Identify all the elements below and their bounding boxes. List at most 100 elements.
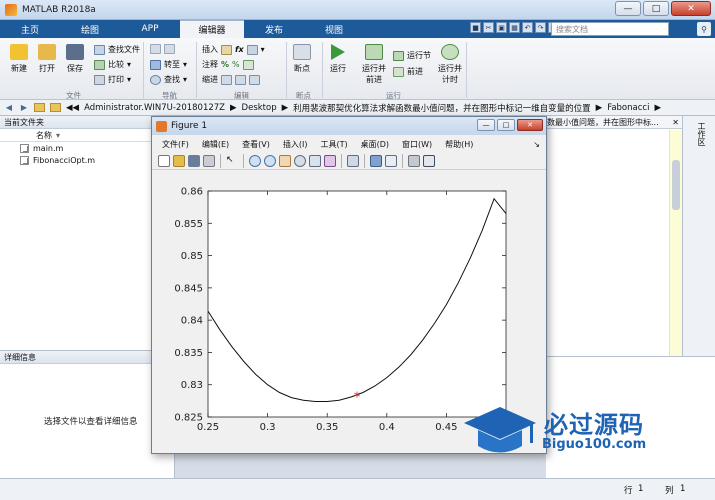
print-dropdown-icon[interactable]: ▾: [127, 75, 131, 84]
search-icon[interactable]: ⚲: [697, 22, 711, 36]
quick-save-icon[interactable]: ■: [470, 22, 481, 33]
comment-button[interactable]: 注释 % %: [202, 59, 254, 70]
advance-button[interactable]: 前进: [393, 66, 423, 77]
insert-legend-icon[interactable]: [385, 154, 397, 167]
zoom-out-icon[interactable]: [264, 154, 276, 167]
show-plot-tools-icon[interactable]: [423, 154, 435, 167]
menu-view[interactable]: 查看(V): [242, 139, 270, 150]
tab-apps[interactable]: APP: [120, 20, 180, 38]
quick-paste-icon[interactable]: ▦: [509, 22, 520, 33]
rotate-3d-icon[interactable]: [294, 154, 306, 167]
figure-minimize-button[interactable]: —: [477, 119, 495, 131]
redo-icon[interactable]: ↷: [535, 22, 546, 33]
search-documentation-input[interactable]: 搜索文档: [551, 22, 669, 36]
save-figure-icon[interactable]: [188, 154, 200, 167]
decrease-indent-icon[interactable]: [249, 74, 260, 85]
editor-tab[interactable]: 数最小值问题，并在图形中标... ✕: [545, 116, 682, 129]
figure-title: Figure 1: [171, 121, 208, 131]
open-button[interactable]: 打开: [38, 44, 56, 74]
editor-text-area[interactable]: [545, 130, 669, 356]
maximize-button[interactable]: □: [643, 1, 669, 16]
brush-icon[interactable]: [324, 154, 336, 167]
name-column-header[interactable]: 名称 ▾: [0, 129, 174, 142]
quick-cut-icon[interactable]: ✂: [483, 22, 494, 33]
hide-plot-tools-icon[interactable]: [408, 154, 420, 167]
menu-file[interactable]: 文件(F): [162, 139, 189, 150]
new-figure-icon[interactable]: [158, 154, 170, 167]
zoom-in-icon[interactable]: [249, 154, 261, 167]
path-segment[interactable]: 利用裴波那契优化算法求解函数最小值问题，并在图形中标记一维自变量的位置: [293, 102, 591, 114]
find-dropdown-icon[interactable]: ▾: [183, 75, 187, 84]
figure-close-button[interactable]: ✕: [517, 119, 543, 131]
tab-plots[interactable]: 绘图: [60, 20, 120, 38]
indent-button[interactable]: 缩进: [202, 74, 260, 85]
run-and-advance-button[interactable]: 运行并 前进: [362, 44, 386, 85]
y-tick-label: 0.825: [174, 413, 203, 424]
browse-folder-icon[interactable]: [50, 103, 61, 112]
back-arrow-icon[interactable]: ◀: [4, 103, 14, 113]
path-segment[interactable]: Desktop: [242, 103, 277, 113]
tab-view[interactable]: 视图: [304, 20, 364, 38]
insert-colorbar-icon[interactable]: [370, 154, 382, 167]
compare-button[interactable]: 比较 ▾: [94, 59, 131, 70]
dock-arrow-icon[interactable]: ↘: [533, 140, 546, 149]
uncomment-icon[interactable]: %: [232, 60, 240, 69]
path-segment[interactable]: Fabonacci: [607, 103, 649, 113]
fx-button[interactable]: fx: [235, 45, 244, 54]
insert-function-icon[interactable]: [246, 44, 258, 55]
tab-publish[interactable]: 发布: [244, 20, 304, 38]
pointer-icon[interactable]: ↖: [226, 155, 238, 167]
print-figure-icon[interactable]: [203, 154, 215, 167]
tab-editor[interactable]: 编辑器: [180, 20, 244, 38]
new-button[interactable]: 新建: [10, 44, 28, 74]
menu-edit[interactable]: 编辑(E): [202, 139, 229, 150]
status-bar: 行 1 列 1: [0, 478, 715, 500]
tab-home[interactable]: 主页: [0, 20, 60, 38]
menu-desktop[interactable]: 桌面(D): [361, 139, 389, 150]
find-button[interactable]: 查找 ▾: [150, 74, 187, 85]
file-item[interactable]: main.m: [0, 142, 174, 154]
data-cursor-icon[interactable]: [309, 154, 321, 167]
editor-close-icon[interactable]: ✕: [672, 118, 682, 127]
path-separator: ▶: [595, 102, 603, 113]
breakpoints-button[interactable]: 断点: [293, 44, 311, 74]
insert-dropdown-icon[interactable]: ▾: [261, 45, 265, 54]
goto-button[interactable]: 转至 ▾: [150, 59, 187, 70]
minimize-button[interactable]: —: [615, 1, 641, 16]
increase-indent-icon[interactable]: [235, 74, 246, 85]
percent-comment-icon[interactable]: %: [221, 60, 229, 69]
menu-window[interactable]: 窗口(W): [402, 139, 432, 150]
pan-hand-icon[interactable]: [279, 154, 291, 167]
path-segment[interactable]: Administrator.WIN7U-20180127Z: [84, 103, 225, 113]
insert-button[interactable]: 插入 fx ▾: [202, 44, 265, 55]
smart-indent-icon[interactable]: [221, 74, 232, 85]
save-button[interactable]: 保存: [66, 44, 84, 74]
quick-copy-icon[interactable]: ▣: [496, 22, 507, 33]
link-plot-icon[interactable]: [347, 154, 359, 167]
scrollbar-thumb[interactable]: [672, 160, 680, 210]
close-button[interactable]: ✕: [671, 1, 711, 16]
run-and-time-label: 运行并 计时: [438, 64, 462, 84]
undo-icon[interactable]: ↶: [522, 22, 533, 33]
goto-dropdown-icon[interactable]: ▾: [183, 60, 187, 69]
file-item[interactable]: FibonacciOpt.m: [0, 154, 174, 166]
up-folder-icon[interactable]: [34, 103, 45, 112]
save-label: 保存: [67, 64, 83, 73]
wrap-comment-icon[interactable]: [242, 59, 254, 70]
find-files-button[interactable]: 查找文件: [94, 44, 140, 55]
figure-maximize-button[interactable]: □: [497, 119, 515, 131]
workspace-panel-collapsed[interactable]: 工作区: [682, 116, 715, 356]
print-button[interactable]: 打印 ▾: [94, 74, 131, 85]
nav-back-forward[interactable]: [150, 44, 175, 54]
menu-help[interactable]: 帮助(H): [445, 139, 473, 150]
forward-arrow-icon[interactable]: ▶: [19, 103, 29, 113]
run-button[interactable]: 运行: [330, 44, 346, 74]
open-file-icon[interactable]: [173, 154, 185, 167]
editor-scrollbar[interactable]: [669, 130, 682, 356]
run-section-button[interactable]: 运行节: [393, 50, 431, 61]
compare-dropdown-icon[interactable]: ▾: [127, 60, 131, 69]
run-and-time-button[interactable]: 运行并 计时: [438, 44, 462, 85]
toolbar-separator: [341, 153, 342, 168]
menu-insert[interactable]: 插入(I): [283, 139, 308, 150]
menu-tools[interactable]: 工具(T): [320, 139, 347, 150]
